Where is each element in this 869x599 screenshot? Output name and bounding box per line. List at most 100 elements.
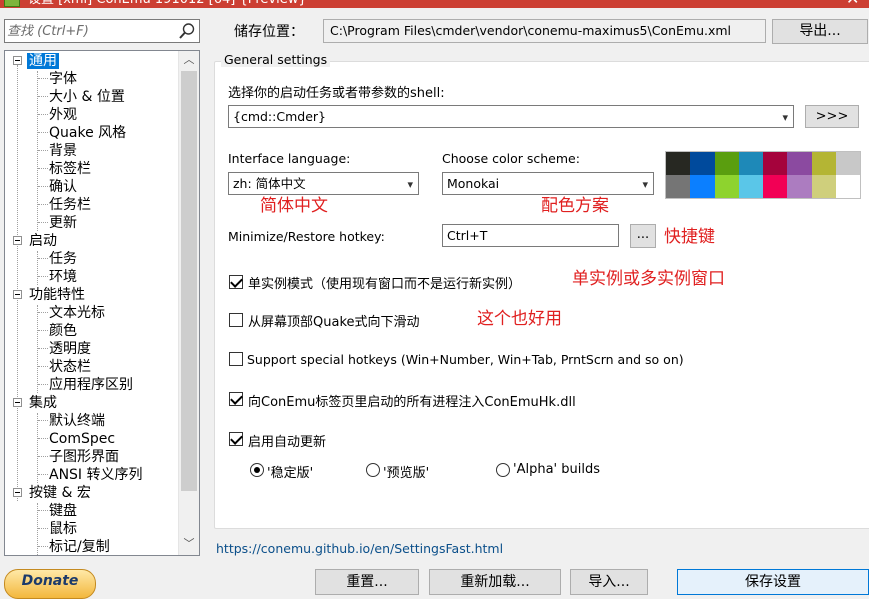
tree-item-mouse[interactable]: 鼠标	[47, 520, 79, 538]
tree-item-colors[interactable]: 颜色	[47, 322, 79, 340]
annotation-quake: 这个也好用	[477, 309, 562, 329]
scroll-up-icon[interactable]: ︿	[179, 51, 199, 69]
preview-label[interactable]: '预览版'	[383, 462, 429, 481]
tree-item-mark-copy[interactable]: 标记/复制	[47, 538, 112, 555]
special-hotkeys-checkbox[interactable]	[229, 352, 243, 366]
palette-swatch	[811, 152, 836, 175]
tree-scrollbar[interactable]: ︿ ﹀	[178, 51, 199, 555]
tree-item-keyboard[interactable]: 键盘	[47, 502, 79, 520]
reload-button[interactable]: 重新加载...	[429, 569, 561, 595]
chevron-down-icon: ▾	[782, 111, 788, 124]
export-button[interactable]: 导出...	[772, 19, 868, 44]
help-link[interactable]: https://conemu.github.io/en/SettingsFast…	[216, 541, 503, 556]
hotkey-label: Minimize/Restore hotkey:	[228, 229, 385, 244]
shell-combo[interactable]: {cmd::Cmder} ▾	[228, 105, 794, 128]
tree-item-comspec[interactable]: ComSpec	[47, 430, 117, 448]
donate-button[interactable]: Donate	[4, 569, 96, 599]
tree-item-default-term[interactable]: 默认终端	[47, 412, 107, 430]
annotation-hotkey: 快捷键	[664, 227, 715, 247]
shell-label: 选择你的启动任务或者带参数的shell:	[228, 86, 445, 101]
tree-item-keys-macro[interactable]: 按键 & 宏	[27, 484, 93, 502]
palette-swatch	[738, 152, 763, 175]
stable-radio[interactable]	[250, 463, 264, 477]
tree-item-general[interactable]: 通用	[27, 52, 59, 70]
hotkey-field[interactable]: Ctrl+T	[442, 224, 619, 247]
inject-hook-checkbox[interactable]	[229, 392, 243, 406]
stable-label[interactable]: '稳定版'	[267, 462, 313, 481]
tree-item-tabbar[interactable]: 标签栏	[47, 160, 93, 178]
chevron-down-icon: ▾	[407, 178, 413, 191]
tree-item-tasks[interactable]: 任务	[47, 250, 79, 268]
tree-item-statusbar[interactable]: 状态栏	[47, 358, 93, 376]
palette-swatch	[738, 175, 763, 198]
storage-label: 储存位置：	[234, 24, 304, 40]
tree-item-startup[interactable]: 启动	[27, 232, 59, 250]
palette-swatch	[811, 175, 836, 198]
auto-update-checkbox[interactable]	[229, 432, 243, 446]
tree-connector	[37, 251, 38, 285]
palette-swatch	[763, 152, 788, 175]
import-button[interactable]: 导入...	[570, 569, 648, 595]
tree-item-app-distinct[interactable]: 应用程序区别	[47, 376, 135, 394]
shell-value: {cmd::Cmder}	[233, 109, 326, 124]
tree-item-taskbar[interactable]: 任务栏	[47, 196, 93, 214]
tree-item-background[interactable]: 背景	[47, 142, 79, 160]
search-input[interactable]	[7, 22, 175, 40]
annotation-single: 单实例或多实例窗口	[572, 269, 725, 289]
minimize-button[interactable]: —	[806, 0, 819, 7]
storage-path-field[interactable]: C:\Program Files\cmder\vendor\conemu-max…	[323, 19, 766, 43]
scroll-thumb[interactable]	[181, 71, 197, 491]
language-value: zh: 简体中文	[233, 176, 306, 191]
shell-more-button[interactable]: >>>	[805, 105, 859, 128]
alpha-radio[interactable]	[496, 463, 510, 477]
tree-connector	[37, 71, 38, 231]
single-instance-label[interactable]: 单实例模式（使用现有窗口而不是运行新实例）	[248, 273, 521, 292]
settings-tree[interactable]: 通用 字体 大小 & 位置 外观 Quake 风格 背景 标签栏 确认 任务栏 …	[4, 50, 200, 556]
tree-item-integration[interactable]: 集成	[27, 394, 59, 412]
scheme-label: Choose color scheme:	[442, 151, 580, 166]
palette-swatch	[666, 175, 691, 198]
palette-swatch	[714, 175, 739, 198]
collapse-icon[interactable]	[13, 488, 22, 497]
palette-swatch	[787, 152, 812, 175]
tree-item-text-cursor[interactable]: 文本光标	[47, 304, 107, 322]
collapse-icon[interactable]	[13, 56, 22, 65]
collapse-icon[interactable]	[13, 398, 22, 407]
hotkey-more-button[interactable]: ...	[630, 224, 656, 248]
preview-radio[interactable]	[366, 463, 380, 477]
tree-item-children-gui[interactable]: 子图形界面	[47, 448, 121, 466]
tree-item-appearance[interactable]: 外观	[47, 106, 79, 124]
quake-slide-label[interactable]: 从屏幕顶部Quake式向下滑动	[248, 311, 420, 330]
close-button[interactable]: ✕	[846, 0, 859, 7]
tree-item-font[interactable]: 字体	[47, 70, 79, 88]
search-icon[interactable]	[178, 22, 196, 40]
language-label: Interface language:	[228, 151, 351, 166]
tree-item-size-position[interactable]: 大小 & 位置	[47, 88, 127, 106]
palette-swatch	[763, 175, 788, 198]
scroll-down-icon[interactable]: ﹀	[179, 535, 199, 553]
alpha-label[interactable]: 'Alpha' builds	[513, 462, 600, 477]
reset-button[interactable]: 重置...	[315, 569, 419, 595]
special-hotkeys-label[interactable]: Support special hotkeys (Win+Number, Win…	[247, 352, 684, 367]
tree-item-update[interactable]: 更新	[47, 214, 79, 232]
collapse-icon[interactable]	[13, 290, 22, 299]
chevron-down-icon: ▾	[642, 178, 648, 191]
save-settings-button[interactable]: 保存设置	[677, 569, 869, 595]
tree-item-features[interactable]: 功能特性	[27, 286, 87, 304]
tree-connector	[37, 305, 38, 393]
search-box[interactable]	[4, 19, 200, 43]
inject-hook-label[interactable]: 向ConEmu标签页里启动的所有进程注入ConEmuHk.dll	[248, 391, 576, 410]
tree-item-quake[interactable]: Quake 风格	[47, 124, 128, 142]
quake-slide-checkbox[interactable]	[229, 313, 243, 327]
tree-item-transparency[interactable]: 透明度	[47, 340, 93, 358]
palette-swatch	[835, 152, 860, 175]
auto-update-label[interactable]: 启用自动更新	[248, 431, 326, 450]
single-instance-checkbox[interactable]	[229, 275, 243, 289]
tree-item-ansi[interactable]: ANSI 转义序列	[47, 466, 145, 484]
tree-item-environment[interactable]: 环境	[47, 268, 79, 286]
collapse-icon[interactable]	[13, 236, 22, 245]
tree-item-confirm[interactable]: 确认	[47, 178, 79, 196]
tree-connector	[17, 65, 18, 501]
palette-swatch	[714, 152, 739, 175]
tree-connector	[37, 413, 38, 483]
